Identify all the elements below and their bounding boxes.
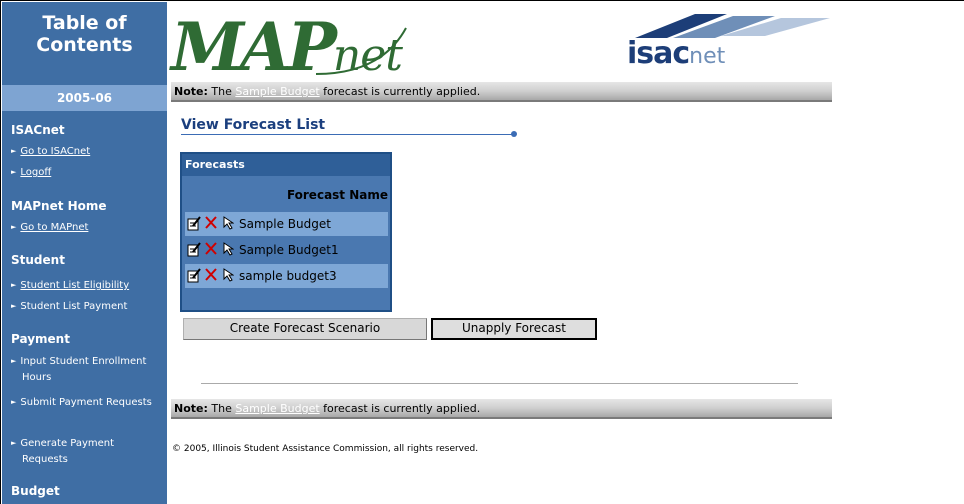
section-heading-student: Student <box>11 253 65 267</box>
link-input-student-enrollment-hours[interactable]: ► Input Student Enrollment Hours <box>11 353 161 386</box>
link-student-list-payment[interactable]: ► Student List Payment <box>11 298 127 315</box>
forecast-name: sample budget3 <box>239 269 337 283</box>
sample-budget-link[interactable]: Sample Budget <box>235 85 319 98</box>
section-heading-budget: Budget <box>11 484 60 498</box>
link-logoff[interactable]: ► Logoff <box>11 164 51 181</box>
arrow-right-icon: ► <box>11 357 17 365</box>
toc-title: Table of Contents <box>2 12 167 56</box>
mapnet-logo: MAPnet <box>171 8 403 86</box>
section-heading-mapnet-home: MAPnet Home <box>11 199 107 213</box>
title-underline <box>181 134 513 135</box>
section-heading-payment: Payment <box>11 332 70 346</box>
apply-pointer-icon[interactable] <box>222 242 234 256</box>
page-title: View Forecast List <box>181 117 326 133</box>
arrow-right-icon: ► <box>11 223 17 231</box>
copyright-footer: © 2005, Illinois Student Assistance Comm… <box>172 444 479 454</box>
apply-pointer-icon[interactable] <box>222 268 234 282</box>
link-generate-payment-requests[interactable]: ► Generate Payment Requests <box>11 435 161 468</box>
link-submit-payment-requests[interactable]: ► Submit Payment Requests <box>11 394 161 411</box>
arrow-right-icon: ► <box>11 398 17 406</box>
link-student-list-eligibility[interactable]: ► Student List Eligibility <box>11 277 129 294</box>
arrow-right-icon: ► <box>11 168 17 176</box>
edit-notepad-icon[interactable] <box>187 216 201 231</box>
applied-forecast-note-bottom: Note: The Sample Budget forecast is curr… <box>171 399 832 419</box>
arrow-right-icon: ► <box>11 302 17 310</box>
toc-title-line2: Contents <box>36 34 133 56</box>
forecast-row: Sample Budget1 <box>185 238 388 262</box>
column-header-forecast-name: Forecast Name <box>286 188 388 202</box>
sample-budget-link[interactable]: Sample Budget <box>235 402 319 415</box>
applied-forecast-note-top: Note: The Sample Budget forecast is curr… <box>171 82 832 102</box>
year-badge: 2005-06 <box>2 85 167 111</box>
arrow-right-icon: ► <box>11 281 17 289</box>
forecast-name: Sample Budget <box>239 217 331 231</box>
forecast-row: sample budget3 <box>185 264 388 288</box>
unapply-forecast-button[interactable]: Unapply Forecast <box>431 318 597 340</box>
isacnet-logo: isacnet <box>627 36 726 71</box>
delete-x-icon[interactable] <box>205 242 217 255</box>
edit-notepad-icon[interactable] <box>187 242 201 257</box>
divider <box>201 383 798 384</box>
arrow-right-icon: ► <box>11 439 17 447</box>
delete-x-icon[interactable] <box>205 268 217 281</box>
forecasts-panel: Forecasts Forecast Name Sample Budget Sa… <box>180 152 392 312</box>
title-underline-dot <box>511 131 517 137</box>
sidebar-nav: Table of Contents 2005-06 ISACnet ► Go to… <box>2 2 167 504</box>
forecasts-panel-title: Forecasts <box>182 154 390 176</box>
link-go-to-mapnet[interactable]: ► Go to MAPnet <box>11 219 88 236</box>
forecast-name: Sample Budget1 <box>239 243 339 257</box>
edit-notepad-icon[interactable] <box>187 268 201 283</box>
link-go-to-isacnet[interactable]: ► Go to ISACnet <box>11 143 90 160</box>
apply-pointer-icon[interactable] <box>222 216 234 230</box>
section-heading-isacnet: ISACnet <box>11 123 65 137</box>
toc-title-line1: Table of <box>42 12 127 34</box>
delete-x-icon[interactable] <box>205 216 217 229</box>
forecast-row: Sample Budget <box>185 212 388 236</box>
arrow-right-icon: ► <box>11 147 17 155</box>
create-forecast-scenario-button[interactable]: Create Forecast Scenario <box>183 318 427 340</box>
